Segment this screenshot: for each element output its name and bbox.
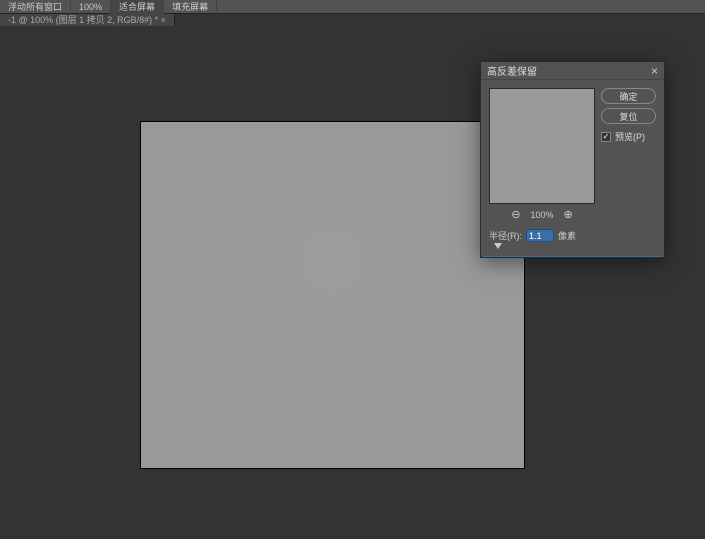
dialog-titlebar[interactable]: 高反差保留 × [481, 62, 664, 80]
zoom-in-icon[interactable]: ⊕ [564, 208, 573, 221]
slider-thumb-icon[interactable] [494, 243, 502, 249]
dialog-title: 高反差保留 [487, 63, 537, 78]
cancel-button[interactable]: 复位 [601, 108, 656, 124]
zoom-out-icon[interactable]: ⊖ [511, 208, 520, 221]
close-icon[interactable]: × [651, 64, 658, 78]
radius-input[interactable] [526, 229, 554, 242]
document-tab[interactable]: -1 @ 100% (图层 1 拷贝 2, RGB/8#) * × [0, 14, 175, 26]
preview-checkbox[interactable]: ✓ [601, 132, 611, 142]
radius-label: 半径(R): [489, 229, 522, 242]
preview-checkbox-label: 预览(P) [615, 130, 645, 143]
top-toolbar: 浮动所有窗口 100% 适合屏幕 填充屏幕 [0, 0, 705, 14]
fill-screen-button[interactable]: 填充屏幕 [164, 0, 217, 14]
radius-slider[interactable] [491, 246, 654, 248]
radius-unit: 像素 [558, 229, 576, 242]
zoom-percent[interactable]: 100% [71, 0, 111, 14]
fit-screen-button[interactable]: 适合屏幕 [111, 0, 164, 14]
preview-image[interactable] [489, 88, 595, 204]
float-all-button[interactable]: 浮动所有窗口 [0, 0, 71, 14]
high-pass-dialog: 高反差保留 × ⊖ 100% ⊕ 确定 复位 ✓ 预览(P) 半径(R): 像素 [480, 61, 665, 258]
ok-button[interactable]: 确定 [601, 88, 656, 104]
tab-bar: -1 @ 100% (图层 1 拷贝 2, RGB/8#) * × [0, 14, 705, 26]
preview-zoom-percent: 100% [530, 210, 553, 220]
document-canvas[interactable] [140, 121, 525, 469]
